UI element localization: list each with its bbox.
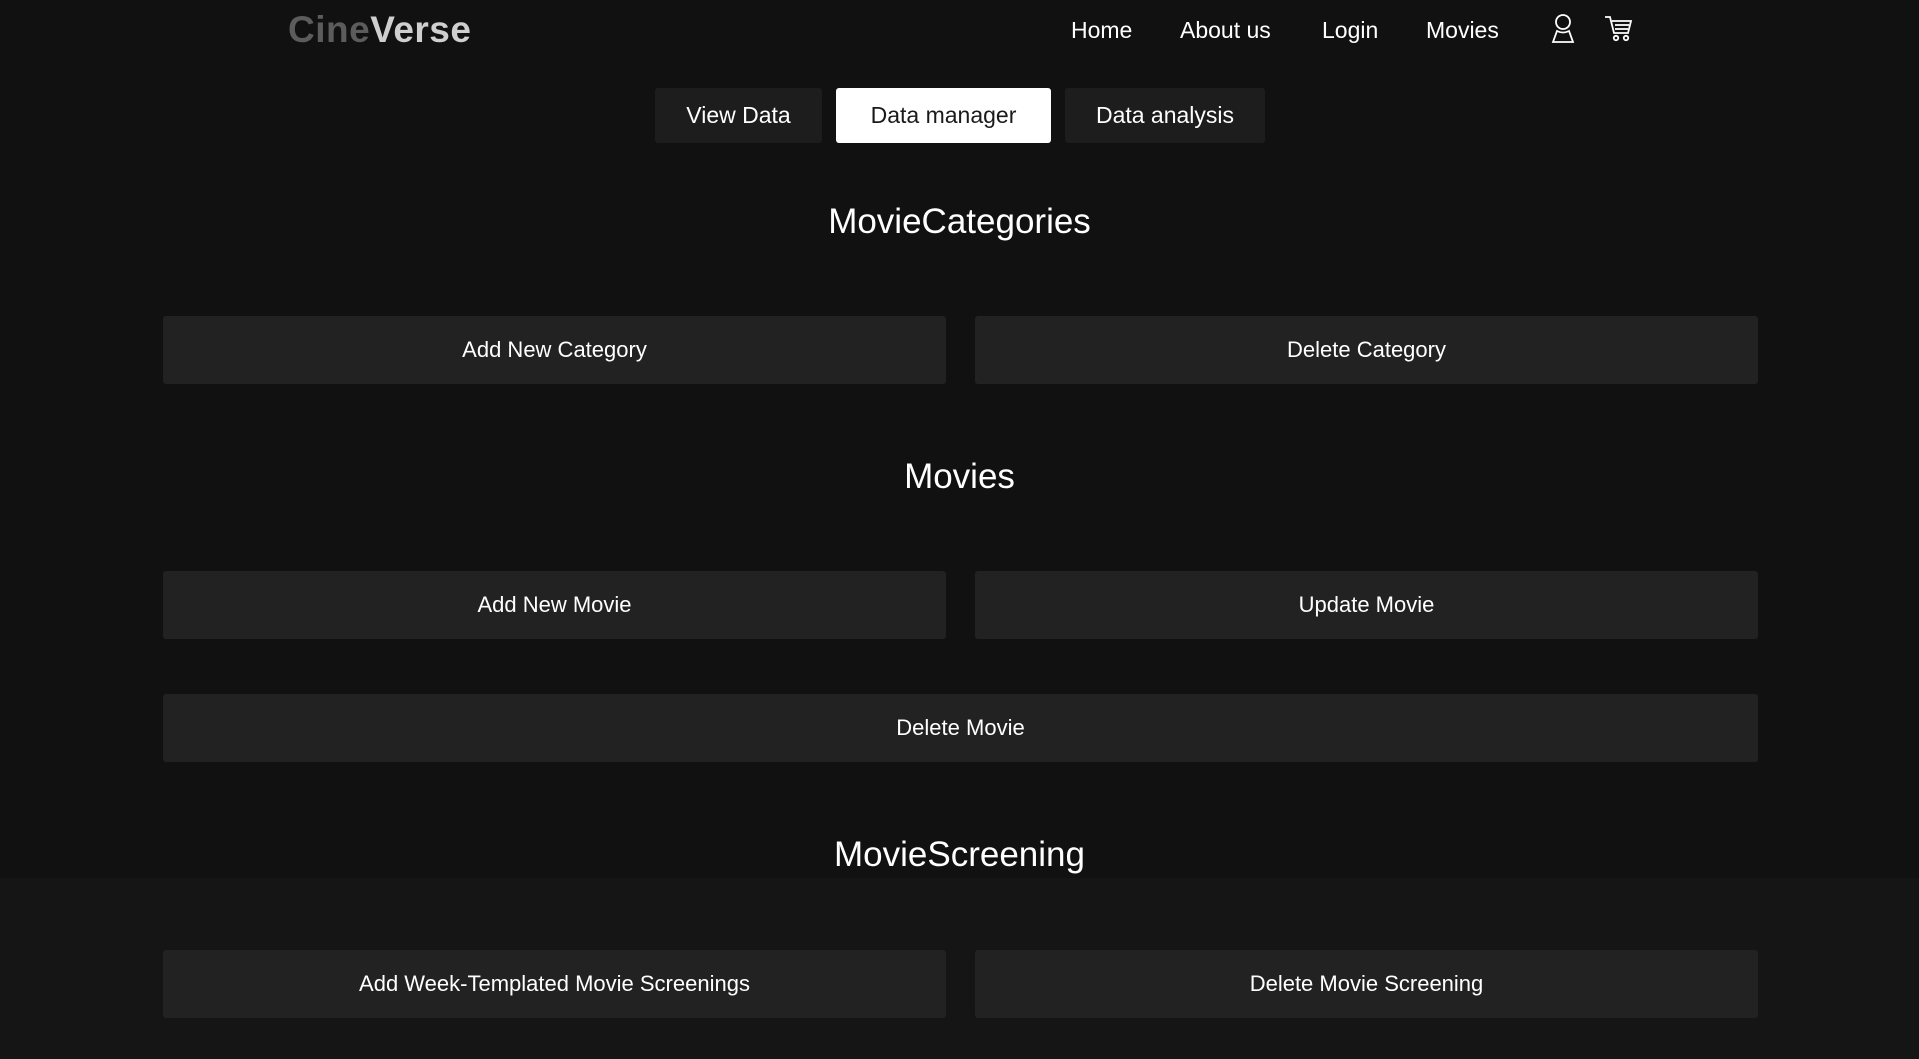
nav-link-login[interactable]: Login xyxy=(1322,12,1378,48)
nav-link-movies[interactable]: Movies xyxy=(1426,12,1499,48)
nav-link-home[interactable]: Home xyxy=(1071,12,1132,48)
page: CineVerse Home About us Login Movies Vie… xyxy=(0,0,1919,1059)
tab-data-analysis[interactable]: Data analysis xyxy=(1065,88,1265,143)
add-movie-button[interactable]: Add New Movie xyxy=(163,571,946,639)
nav-link-about[interactable]: About us xyxy=(1180,12,1271,48)
delete-category-button[interactable]: Delete Category xyxy=(975,316,1758,384)
add-category-button[interactable]: Add New Category xyxy=(163,316,946,384)
add-screenings-button[interactable]: Add Week-Templated Movie Screenings xyxy=(163,950,946,1018)
cart-icon[interactable] xyxy=(1603,11,1633,45)
delete-movie-button[interactable]: Delete Movie xyxy=(163,694,1758,762)
logo[interactable]: CineVerse xyxy=(288,6,471,54)
update-movie-button[interactable]: Update Movie xyxy=(975,571,1758,639)
tab-data-manager[interactable]: Data manager xyxy=(836,88,1051,143)
section-title-screening: MovieScreening xyxy=(834,835,1085,874)
section-title-categories: MovieCategories xyxy=(828,202,1091,241)
logo-part-verse: Verse xyxy=(370,9,472,50)
delete-screening-button[interactable]: Delete Movie Screening xyxy=(975,950,1758,1018)
user-icon[interactable] xyxy=(1548,11,1578,45)
logo-part-cine: Cine xyxy=(288,9,371,50)
section-title-movies: Movies xyxy=(904,457,1015,496)
tab-view-data[interactable]: View Data xyxy=(655,88,822,143)
